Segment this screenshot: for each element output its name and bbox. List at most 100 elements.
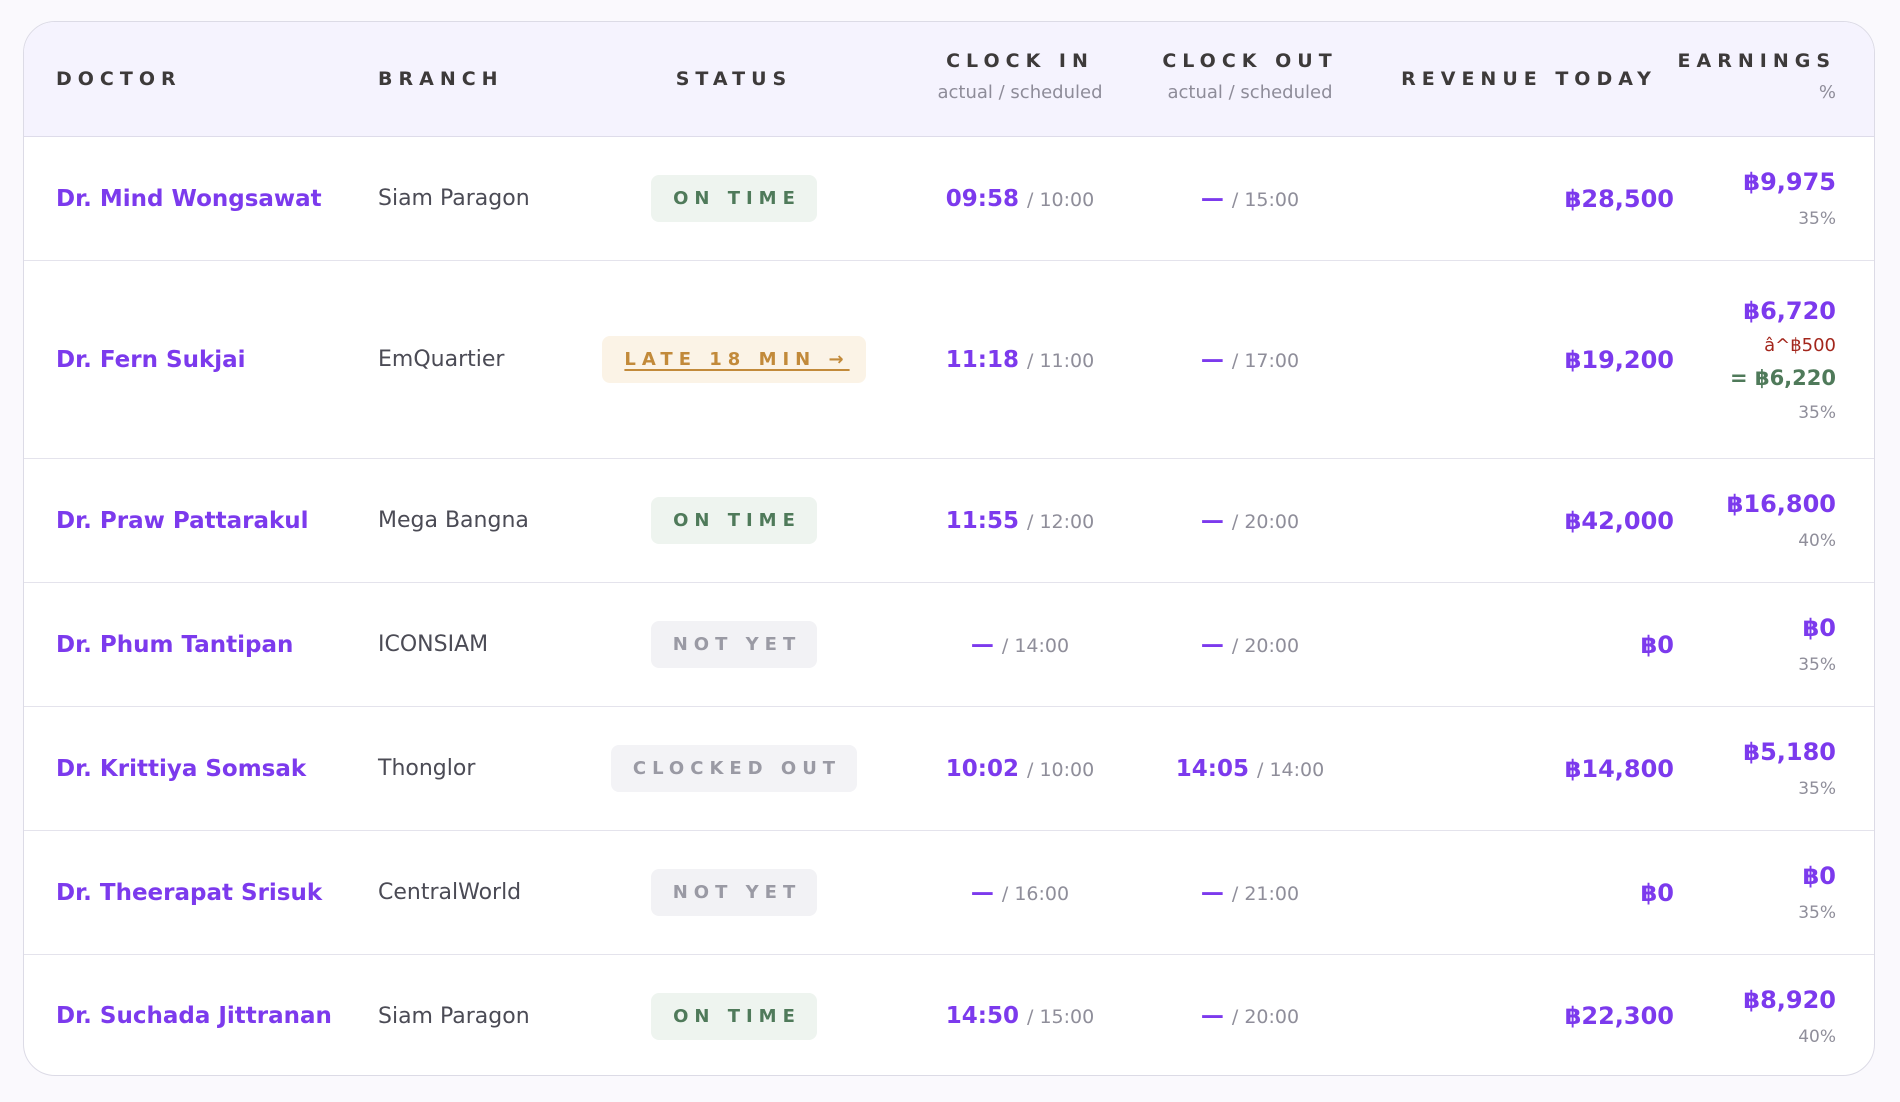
earnings-amount: ฿0 bbox=[1802, 614, 1836, 642]
table-row: Dr. Suchada Jittranan Siam Paragon ON TI… bbox=[24, 955, 1874, 1075]
status-badge: CLOCKED OUT bbox=[610, 745, 858, 792]
status-badge: ON TIME bbox=[651, 992, 817, 1040]
table-row: Dr. Mind Wongsawat Siam Paragon ON TIME … bbox=[24, 137, 1874, 261]
table-row: Dr. Praw Pattarakul Mega Bangna ON TIME … bbox=[24, 459, 1874, 583]
earnings-amount: ฿16,800 bbox=[1726, 490, 1836, 518]
header-clock-in-cell: CLOCK IN actual / scheduled bbox=[904, 22, 1136, 136]
earnings-percent: 35% bbox=[1798, 779, 1836, 799]
doctor-name-link[interactable]: Dr. Praw Pattarakul bbox=[56, 508, 386, 534]
table-row: Dr. Phum Tantipan ICONSIAM NOT YET — / 14… bbox=[24, 583, 1874, 707]
clock-out-scheduled: / 20:00 bbox=[1231, 1006, 1300, 1028]
header-clock-out: CLOCK OUT bbox=[1162, 50, 1338, 72]
clock-in-scheduled: / 14:00 bbox=[1001, 634, 1070, 657]
clock-in-time: 09:58 / 10:00 bbox=[946, 186, 1094, 212]
late-deduction: â^฿500 bbox=[1764, 334, 1836, 356]
clock-in-actual: 09:58 bbox=[945, 185, 1019, 212]
branch-name: Siam Paragon bbox=[378, 1003, 530, 1029]
earnings-percent: 35% bbox=[1798, 903, 1836, 923]
branch-name: CentralWorld bbox=[378, 880, 522, 905]
clock-out-time: 14:05 / 14:00 bbox=[1176, 756, 1324, 782]
doctor-name-link[interactable]: Dr. Krittiya Somsak bbox=[56, 756, 386, 782]
doctor-name-link[interactable]: Dr. Suchada Jittranan bbox=[56, 1003, 386, 1029]
header-doctor: DOCTOR bbox=[56, 68, 182, 90]
clock-out-time: — / 20:00 bbox=[1201, 1003, 1299, 1029]
earnings-amount: ฿5,180 bbox=[1743, 738, 1836, 766]
clock-out-actual: — bbox=[1200, 346, 1224, 373]
clock-out-actual: — bbox=[1200, 1003, 1224, 1029]
branch-name: Mega Bangna bbox=[378, 508, 529, 533]
clock-in-actual: 11:18 bbox=[945, 346, 1019, 373]
branch-name: Thonglor bbox=[378, 756, 476, 781]
clock-out-scheduled: / 20:00 bbox=[1231, 510, 1300, 533]
clock-in-time: 11:18 / 11:00 bbox=[946, 347, 1094, 373]
branch-name: ICONSIAM bbox=[378, 632, 489, 657]
table-row: Dr. Theerapat Srisuk CentralWorld NOT YE… bbox=[24, 831, 1874, 955]
doctor-name-link[interactable]: Dr. Phum Tantipan bbox=[56, 632, 386, 658]
clock-out-time: — / 20:00 bbox=[1201, 632, 1299, 658]
clock-out-actual: — bbox=[1200, 631, 1224, 658]
clock-in-actual: 14:50 bbox=[945, 1003, 1019, 1029]
clock-out-actual: — bbox=[1200, 507, 1224, 534]
clock-out-actual: — bbox=[1200, 879, 1224, 906]
clock-in-scheduled: / 10:00 bbox=[1027, 758, 1095, 781]
earnings-percent: 35% bbox=[1798, 655, 1836, 675]
clock-out-time: — / 15:00 bbox=[1201, 186, 1299, 212]
clock-in-time: 10:02 / 10:00 bbox=[946, 756, 1094, 782]
doctor-name-link[interactable]: Dr. Theerapat Srisuk bbox=[56, 880, 386, 906]
header-earnings-sub: % bbox=[1818, 82, 1836, 103]
header-status: STATUS bbox=[675, 68, 793, 90]
clock-out-time: — / 20:00 bbox=[1201, 508, 1299, 534]
clock-in-scheduled: / 10:00 bbox=[1027, 188, 1095, 211]
net-earnings: = ฿6,220 bbox=[1730, 365, 1836, 390]
clock-out-actual: 14:05 bbox=[1175, 755, 1249, 782]
header-clock-in-sub: actual / scheduled bbox=[937, 82, 1103, 103]
clock-out-scheduled: / 17:00 bbox=[1231, 349, 1300, 372]
table-row: Dr. Krittiya Somsak Thonglor CLOCKED OUT… bbox=[24, 707, 1874, 831]
clock-in-time: 11:55 / 12:00 bbox=[946, 508, 1094, 534]
header-revenue: REVENUE TODAY bbox=[1401, 68, 1657, 90]
header-branch: BRANCH bbox=[378, 68, 504, 90]
clock-out-time: — / 17:00 bbox=[1201, 347, 1299, 373]
table-header: DOCTOR BRANCH STATUS CLOCK IN actual / s… bbox=[24, 22, 1874, 137]
doctor-name-link[interactable]: Dr. Mind Wongsawat bbox=[56, 186, 386, 212]
clock-in-time: — / 14:00 bbox=[971, 632, 1069, 658]
earnings-amount: ฿9,975 bbox=[1743, 168, 1836, 196]
earnings-percent: 40% bbox=[1798, 1026, 1836, 1047]
branch-name: EmQuartier bbox=[378, 347, 505, 372]
clock-in-actual: — bbox=[970, 879, 994, 906]
clock-in-time: — / 16:00 bbox=[971, 880, 1069, 906]
status-badge: ON TIME bbox=[651, 497, 817, 544]
clock-in-scheduled: / 11:00 bbox=[1027, 349, 1095, 372]
header-earnings: EARNINGS bbox=[1677, 50, 1836, 72]
doctor-name-link[interactable]: Dr. Fern Sukjai bbox=[56, 347, 386, 373]
earnings-percent: 35% bbox=[1798, 402, 1836, 423]
clock-in-actual: 10:02 bbox=[945, 755, 1019, 782]
status-badge: NOT YET bbox=[650, 621, 818, 668]
branch-name: Siam Paragon bbox=[378, 186, 530, 211]
earnings-percent: 35% bbox=[1798, 209, 1836, 229]
header-doctor-cell: DOCTOR bbox=[56, 22, 386, 136]
earnings-percent: 40% bbox=[1798, 531, 1836, 551]
status-badge: ON TIME bbox=[651, 175, 817, 222]
clock-in-scheduled: / 15:00 bbox=[1027, 1006, 1095, 1028]
earnings-amount: ฿8,920 bbox=[1743, 985, 1836, 1014]
clock-in-scheduled: / 16:00 bbox=[1001, 882, 1070, 905]
status-badge: NOT YET bbox=[650, 869, 818, 916]
header-clock-out-sub: actual / scheduled bbox=[1167, 82, 1333, 103]
clock-in-scheduled: / 12:00 bbox=[1027, 510, 1095, 533]
header-clock-out-cell: CLOCK OUT actual / scheduled bbox=[1134, 22, 1366, 136]
header-clock-in: CLOCK IN bbox=[946, 50, 1094, 72]
clock-out-actual: — bbox=[1200, 185, 1224, 212]
header-earnings-cell: EARNINGS % bbox=[1624, 22, 1868, 136]
late-status-link[interactable]: LATE 18 MIN → bbox=[602, 336, 866, 383]
clock-in-actual: — bbox=[970, 631, 994, 658]
header-status-cell: STATUS bbox=[584, 22, 884, 136]
clock-in-time: 14:50 / 15:00 bbox=[946, 1003, 1094, 1029]
clock-out-scheduled: / 20:00 bbox=[1231, 634, 1300, 657]
table-row: Dr. Fern Sukjai EmQuartier LATE 18 MIN →… bbox=[24, 261, 1874, 459]
header-branch-cell: BRANCH bbox=[378, 22, 598, 136]
clock-out-scheduled: / 14:00 bbox=[1257, 758, 1325, 781]
doctor-attendance-table: DOCTOR BRANCH STATUS CLOCK IN actual / s… bbox=[23, 21, 1875, 1076]
earnings-amount: ฿0 bbox=[1802, 862, 1836, 890]
clock-out-scheduled: / 15:00 bbox=[1231, 188, 1300, 211]
